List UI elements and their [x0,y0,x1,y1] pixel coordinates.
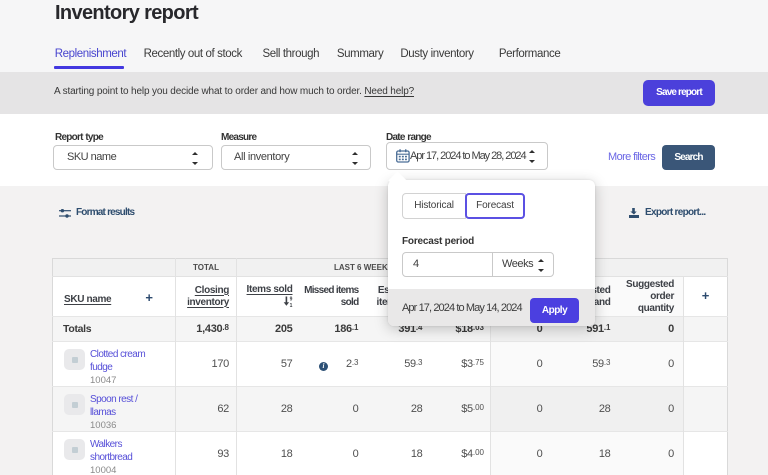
svg-text:1: 1 [289,303,292,307]
svg-text:9: 9 [289,297,292,303]
